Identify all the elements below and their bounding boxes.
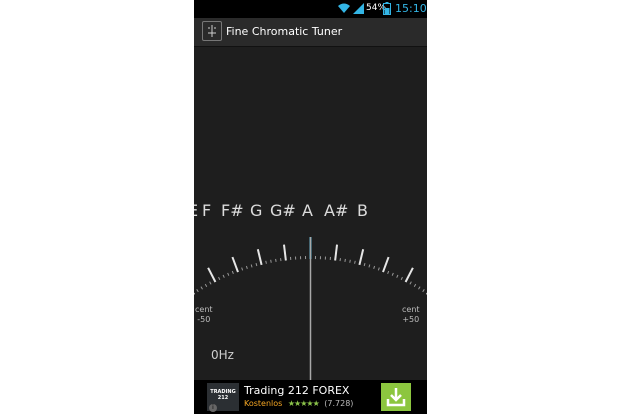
tick — [255, 263, 258, 267]
right-cent-value: +50 — [402, 315, 420, 324]
tick — [368, 264, 371, 268]
tick — [200, 286, 203, 290]
tick — [418, 286, 421, 290]
info-icon[interactable]: i — [209, 404, 217, 412]
tick — [250, 264, 253, 268]
ad-rating-stars: ★★★★★ — [287, 399, 320, 408]
tuner-app-icon[interactable] — [202, 21, 222, 41]
phone-screen: 54% 15:10 Fine Chromatic Tuner EFF#GG#AA… — [194, 0, 427, 414]
ad-rating-count: (7.728) — [324, 399, 354, 408]
download-button[interactable] — [381, 383, 411, 411]
tick — [422, 289, 425, 293]
tuning-fork-icon — [208, 25, 216, 37]
tick — [409, 281, 412, 285]
tick — [387, 270, 390, 275]
tick — [218, 276, 221, 281]
tick — [270, 259, 272, 263]
right-cent-label: cent +50 — [402, 305, 420, 324]
tick — [227, 272, 230, 276]
action-bar: Fine Chromatic Tuner — [194, 18, 427, 47]
tick — [265, 260, 267, 264]
left-cent-label: cent -50 — [195, 305, 213, 324]
tick — [196, 289, 199, 293]
tuner-view: EFF#GG#AA#B cent -50 cent +50 0Hz — [194, 47, 427, 380]
tick — [241, 267, 244, 271]
clock: 15:10 — [395, 2, 427, 15]
tick — [334, 244, 339, 261]
tick — [231, 256, 239, 273]
tick — [222, 274, 225, 278]
tick — [204, 283, 208, 287]
tick — [382, 256, 390, 273]
status-bar: 54% 15:10 — [194, 0, 427, 18]
tick — [404, 267, 414, 283]
ad-banner[interactable]: TRADING 212 i Trading 212 FOREX Kostenlo… — [194, 380, 427, 414]
frequency-readout: 0Hz — [211, 348, 234, 362]
tick — [396, 274, 399, 278]
wifi-icon — [338, 3, 350, 13]
cent-meter — [194, 237, 427, 380]
tick — [282, 244, 287, 261]
tick — [207, 267, 217, 283]
left-cent-value: -50 — [197, 315, 211, 324]
tick — [400, 276, 403, 281]
ad-title[interactable]: Trading 212 FOREX — [244, 384, 349, 397]
tick — [373, 265, 376, 269]
ad-subtitle: Kostenlos ★★★★★ (7.728) — [244, 399, 353, 408]
ad-price: Kostenlos — [244, 399, 283, 408]
tick — [363, 263, 366, 267]
tick — [413, 283, 417, 287]
tick — [209, 281, 212, 285]
signal-icon — [353, 3, 364, 14]
tick — [256, 249, 263, 266]
tick — [349, 259, 351, 263]
download-icon — [386, 388, 406, 407]
tick — [377, 267, 380, 271]
tick — [231, 270, 234, 275]
battery-icon — [383, 2, 391, 15]
tick — [391, 272, 394, 276]
tick — [245, 265, 248, 269]
app-title: Fine Chromatic Tuner — [226, 25, 343, 38]
tick — [354, 260, 356, 264]
tick — [358, 249, 365, 266]
